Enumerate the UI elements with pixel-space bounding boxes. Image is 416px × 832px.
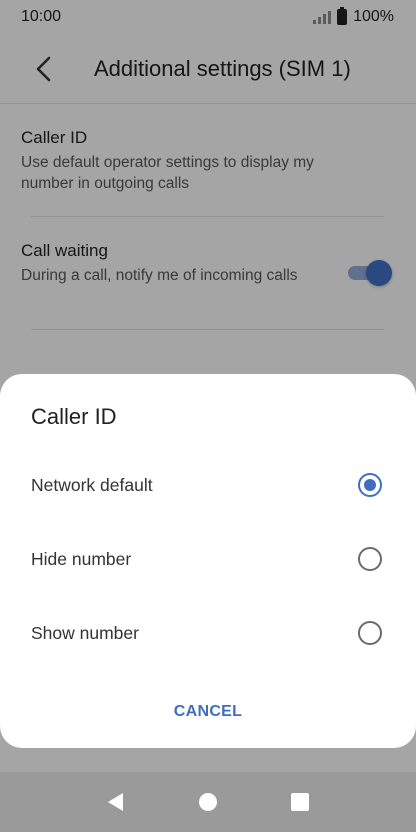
caller-id-dialog: Caller ID Network default Hide number Sh…	[0, 374, 416, 748]
radio-checked-icon[interactable]	[358, 473, 382, 497]
option-label: Network default	[31, 474, 153, 495]
radio-unchecked-icon[interactable]	[358, 547, 382, 571]
screen: 10:00 100% Additional settings (SIM 1) C…	[0, 0, 416, 832]
option-network-default[interactable]: Network default	[0, 455, 416, 515]
nav-home-button[interactable]	[188, 782, 228, 822]
nav-recents-button[interactable]	[280, 782, 320, 822]
option-label: Hide number	[31, 548, 132, 569]
option-hide-number[interactable]: Hide number	[0, 529, 416, 589]
radio-unchecked-icon[interactable]	[358, 621, 382, 645]
option-label: Show number	[31, 622, 139, 643]
cancel-button[interactable]: CANCEL	[158, 694, 258, 730]
option-show-number[interactable]: Show number	[0, 603, 416, 663]
dialog-title: Caller ID	[31, 404, 117, 429]
navigation-bar	[0, 772, 416, 832]
back-triangle-icon	[108, 793, 123, 811]
nav-back-button[interactable]	[96, 782, 136, 822]
home-circle-icon	[199, 793, 217, 811]
recents-square-icon	[291, 793, 309, 811]
